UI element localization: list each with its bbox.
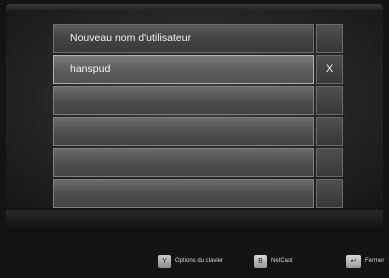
list-item[interactable] [53,148,343,177]
username-entry[interactable] [53,179,314,208]
username-entry[interactable] [53,117,314,146]
list-item[interactable] [53,179,343,208]
y-key-icon: Y [158,254,171,268]
username-entry[interactable] [53,148,314,177]
delete-button[interactable] [316,86,343,115]
username-list: Nouveau nom d'utilisateur hanspud X [53,24,343,210]
back-key-icon: ↩ [346,254,361,268]
username-dialog-screen: Nouveau nom d'utilisateur hanspud X Y Op… [0,0,389,278]
keyboard-options-hint[interactable]: Y Options du clavier [158,254,223,268]
delete-button[interactable] [316,117,343,146]
header-row: Nouveau nom d'utilisateur [53,24,343,53]
close-label: Fermer [365,258,385,264]
b-key-icon: B [254,254,267,268]
netcast-label: NetCast [271,258,293,264]
delete-button[interactable] [316,179,343,208]
delete-button[interactable] [316,148,343,177]
close-hint[interactable]: ↩ Fermer [346,254,384,268]
delete-button[interactable]: X [316,55,343,84]
list-item[interactable] [53,117,343,146]
netcast-hint[interactable]: B NetCast [254,254,293,268]
username-entry[interactable]: hanspud [53,55,314,84]
list-item[interactable]: hanspud X [53,55,343,84]
list-item[interactable] [53,86,343,115]
footer-hints: Y Options du clavier B NetCast ↩ Fermer [0,248,389,268]
bottom-frame [6,210,383,232]
keyboard-options-label: Options du clavier [175,258,224,264]
header-side-cell [316,24,343,53]
username-entry[interactable] [53,86,314,115]
new-username-label: Nouveau nom d'utilisateur [53,24,314,53]
